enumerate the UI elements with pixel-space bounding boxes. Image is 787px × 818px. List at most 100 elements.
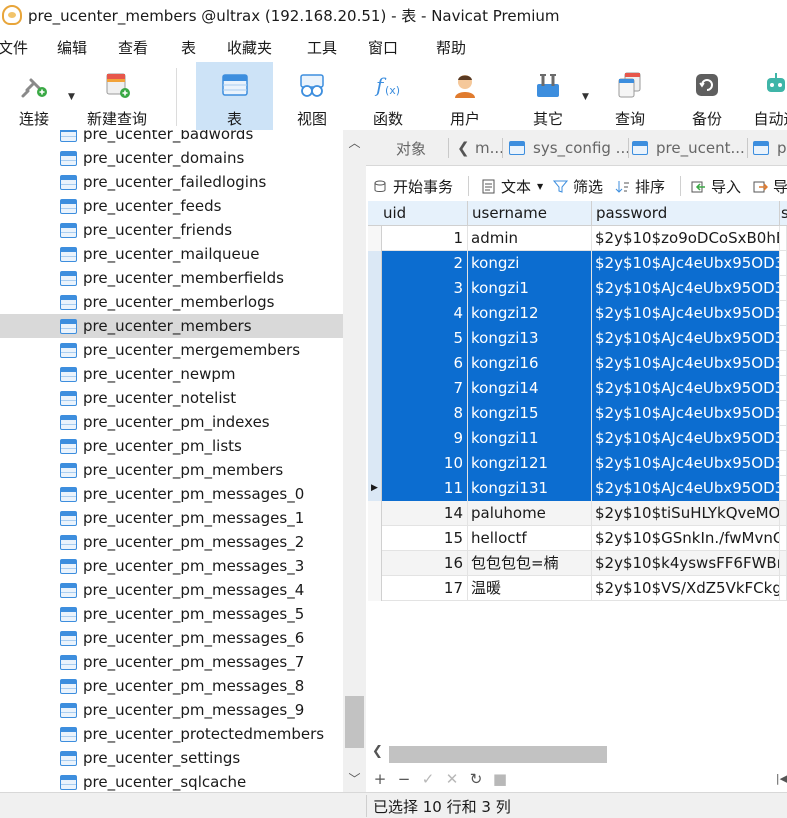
cell-uid[interactable]: 7 xyxy=(382,376,468,401)
row-indicator[interactable] xyxy=(368,551,382,576)
tree-item[interactable]: pre_ucenter_sqlcache xyxy=(0,770,343,792)
column-header-partial[interactable]: s xyxy=(780,201,787,226)
table-row[interactable]: 9 kongzi11 $2y$10$AJc4eUbx95OD3 xyxy=(368,426,787,451)
table-row[interactable]: 15 helloctf $2y$10$GSnkIn./fwMvnCe xyxy=(368,526,787,551)
tree-item[interactable]: pre_ucenter_pm_messages_9 xyxy=(0,698,343,722)
cell-uid[interactable]: 16 xyxy=(382,551,468,576)
cell-password[interactable]: $2y$10$AJc4eUbx95OD3 xyxy=(592,301,780,326)
tab-p[interactable]: p xyxy=(753,130,787,166)
cell-username[interactable]: kongzi121 xyxy=(468,451,592,476)
cell-partial[interactable] xyxy=(780,526,787,551)
first-page-icon[interactable]: |◀ xyxy=(772,769,787,789)
cell-password[interactable]: $2y$10$AJc4eUbx95OD3 xyxy=(592,276,780,301)
view-button[interactable]: 视图 xyxy=(284,62,340,130)
table-row[interactable]: 17 温暖 $2y$10$VS/XdZ5VkFCkgX xyxy=(368,576,787,601)
tree-scrollbar[interactable]: ︿ ﹀ xyxy=(343,130,366,792)
tree-item[interactable]: pre_ucenter_pm_messages_0 xyxy=(0,482,343,506)
tree-item[interactable]: pre_ucenter_memberlogs xyxy=(0,290,343,314)
tree-item[interactable]: pre_ucenter_protectedmembers xyxy=(0,722,343,746)
tab-pre-ucenter[interactable]: pre_ucent... xyxy=(632,130,745,166)
cell-password[interactable]: $2y$10$AJc4eUbx95OD3 xyxy=(592,401,780,426)
cell-username[interactable]: kongzi1 xyxy=(468,276,592,301)
tree-item[interactable]: pre_ucenter_pm_messages_6 xyxy=(0,626,343,650)
menu-edit[interactable]: 编辑 xyxy=(57,37,87,58)
tree-item[interactable]: pre_ucenter_mergemembers xyxy=(0,338,343,362)
tree-item[interactable]: pre_ucenter_notelist xyxy=(0,386,343,410)
cell-partial[interactable] xyxy=(780,351,787,376)
cell-username[interactable]: kongzi131 xyxy=(468,476,592,501)
row-indicator[interactable] xyxy=(368,351,382,376)
row-indicator[interactable] xyxy=(368,401,382,426)
column-header-password[interactable]: password xyxy=(592,201,780,226)
row-indicator[interactable] xyxy=(368,576,382,601)
grid-horizontal-scrollbar[interactable]: ❮ xyxy=(368,742,787,766)
tree-item[interactable]: pre_ucenter_feeds xyxy=(0,194,343,218)
other-dropdown-icon[interactable]: ▼ xyxy=(582,92,589,102)
cell-uid[interactable]: 17 xyxy=(382,576,468,601)
cell-uid[interactable]: 14 xyxy=(382,501,468,526)
table-row[interactable]: 14 paluhome $2y$10$tiSuHLYkQveMOo xyxy=(368,501,787,526)
cell-username[interactable]: 温暖 xyxy=(468,576,592,601)
other-button[interactable]: 其它 xyxy=(520,62,576,130)
menu-tools[interactable]: 工具 xyxy=(307,37,337,58)
cell-username[interactable]: admin xyxy=(468,226,592,251)
cell-partial[interactable] xyxy=(780,376,787,401)
table-row[interactable]: 5 kongzi13 $2y$10$AJc4eUbx95OD3 xyxy=(368,326,787,351)
current-row-indicator-icon[interactable]: ▶ xyxy=(368,476,382,501)
cell-partial[interactable] xyxy=(780,476,787,501)
table-row[interactable]: 16 包包包包=楠 $2y$10$k4yswsFF6FWBm xyxy=(368,551,787,576)
scroll-down-icon[interactable]: ﹀ xyxy=(343,770,366,790)
cell-password[interactable]: $2y$10$AJc4eUbx95OD3 xyxy=(592,451,780,476)
delete-record-icon[interactable]: − xyxy=(394,769,414,789)
tree-item[interactable]: pre_ucenter_badwords xyxy=(0,130,343,146)
cell-username[interactable]: kongzi12 xyxy=(468,301,592,326)
row-indicator[interactable] xyxy=(368,301,382,326)
cell-partial[interactable] xyxy=(780,501,787,526)
cell-username[interactable]: kongzi16 xyxy=(468,351,592,376)
text-button[interactable]: 文本 ▼ xyxy=(480,175,543,197)
backup-button[interactable]: 备份 xyxy=(679,62,735,130)
table-row[interactable]: 8 kongzi15 $2y$10$AJc4eUbx95OD3 xyxy=(368,401,787,426)
cell-partial[interactable] xyxy=(780,251,787,276)
new-query-button[interactable]: 新建查询 xyxy=(84,62,150,130)
cell-username[interactable]: kongzi xyxy=(468,251,592,276)
cell-password[interactable]: $2y$10$zo9oDCoSxB0hBu xyxy=(592,226,780,251)
scroll-up-icon[interactable]: ︿ xyxy=(343,134,366,154)
tree-item[interactable]: pre_ucenter_pm_messages_7 xyxy=(0,650,343,674)
grid-scroll-thumb[interactable] xyxy=(389,746,607,763)
stop-icon[interactable]: ■ xyxy=(490,769,510,789)
menu-file[interactable]: 文件 xyxy=(0,37,28,58)
cell-uid[interactable]: 15 xyxy=(382,526,468,551)
row-indicator[interactable] xyxy=(368,426,382,451)
table-row[interactable]: 3 kongzi1 $2y$10$AJc4eUbx95OD3 xyxy=(368,276,787,301)
row-indicator[interactable] xyxy=(368,526,382,551)
tree-item[interactable]: pre_ucenter_pm_messages_4 xyxy=(0,578,343,602)
cell-password[interactable]: $2y$10$AJc4eUbx95OD3 xyxy=(592,426,780,451)
tree-item[interactable]: pre_ucenter_pm_messages_2 xyxy=(0,530,343,554)
tree-item[interactable]: pre_ucenter_pm_messages_1 xyxy=(0,506,343,530)
refresh-icon[interactable]: ↻ xyxy=(466,769,486,789)
cell-username[interactable]: kongzi14 xyxy=(468,376,592,401)
data-grid[interactable]: uid username password s 1admin$2y$10$zo9… xyxy=(368,201,787,741)
cell-password[interactable]: $2y$10$AJc4eUbx95OD3 xyxy=(592,476,780,501)
cell-uid[interactable]: 9 xyxy=(382,426,468,451)
cell-password[interactable]: $2y$10$GSnkIn./fwMvnCe xyxy=(592,526,780,551)
table-row[interactable]: 4 kongzi12 $2y$10$AJc4eUbx95OD3 xyxy=(368,301,787,326)
tree-item[interactable]: pre_ucenter_failedlogins xyxy=(0,170,343,194)
tree-item[interactable]: pre_ucenter_memberfields xyxy=(0,266,343,290)
cell-uid[interactable]: 5 xyxy=(382,326,468,351)
tab-scroll-left-icon[interactable]: ❮ xyxy=(457,130,470,166)
cell-password[interactable]: $2y$10$tiSuHLYkQveMOo xyxy=(592,501,780,526)
row-indicator[interactable] xyxy=(368,251,382,276)
cell-partial[interactable] xyxy=(780,551,787,576)
table-row[interactable]: 10 kongzi121 $2y$10$AJc4eUbx95OD3 xyxy=(368,451,787,476)
cell-uid[interactable]: 4 xyxy=(382,301,468,326)
tree-item[interactable]: pre_ucenter_pm_messages_8 xyxy=(0,674,343,698)
discard-changes-icon[interactable]: ✕ xyxy=(442,769,462,789)
connect-dropdown-icon[interactable]: ▼ xyxy=(68,92,75,102)
cell-password[interactable]: $2y$10$AJc4eUbx95OD3 xyxy=(592,251,780,276)
tree-item[interactable]: pre_ucenter_pm_members xyxy=(0,458,343,482)
row-indicator[interactable] xyxy=(368,376,382,401)
cell-uid[interactable]: 6 xyxy=(382,351,468,376)
cell-partial[interactable] xyxy=(780,401,787,426)
